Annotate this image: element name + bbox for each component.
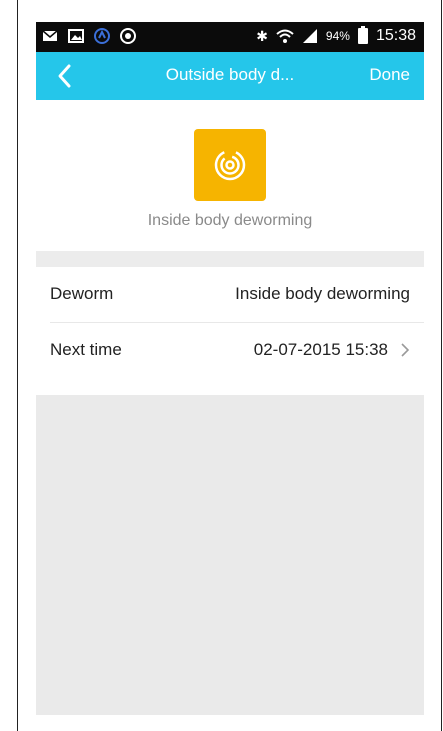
signal-icon <box>302 29 317 43</box>
deworm-label: Deworm <box>50 284 114 303</box>
next-time-value: 02-07-2015 15:38 <box>253 340 388 359</box>
screenshot-border-left <box>17 0 18 731</box>
alert-icon <box>120 28 136 44</box>
wifi-icon <box>276 29 294 43</box>
screenshot-border-right <box>441 0 442 731</box>
deworm-row[interactable]: Deworm Inside body deworming <box>36 267 424 323</box>
done-button[interactable]: Done <box>369 65 410 85</box>
deworm-value: Inside body deworming <box>235 284 410 303</box>
empty-area <box>36 395 424 715</box>
image-icon <box>68 29 84 43</box>
section-separator <box>36 251 424 267</box>
next-time-row[interactable]: Next time 02-07-2015 15:38 <box>36 323 424 379</box>
clock: 15:38 <box>375 27 416 44</box>
navigation-bar: Outside body d... Done <box>36 52 424 100</box>
battery-icon <box>357 26 368 44</box>
next-time-label: Next time <box>50 340 122 359</box>
deworm-type-caption: Inside body deworming <box>147 212 313 229</box>
page-title: Outside body d... <box>165 65 295 84</box>
bluetooth-icon: ✱ <box>256 28 268 44</box>
deworming-icon <box>194 129 266 201</box>
status-bar: ✱ 94% 15:38 <box>36 22 424 52</box>
phone-screen: ✱ 94% 15:38 Outside body d... Done Insid… <box>36 22 424 715</box>
mail-icon <box>42 30 58 41</box>
sync-icon <box>94 28 110 44</box>
deworm-header: Inside body deworming <box>36 100 424 251</box>
system-icons: ✱ 94% 15:38 <box>256 26 416 45</box>
battery-percent: 94% <box>325 29 350 43</box>
chevron-right-icon <box>401 343 410 357</box>
notification-icons <box>42 28 136 44</box>
